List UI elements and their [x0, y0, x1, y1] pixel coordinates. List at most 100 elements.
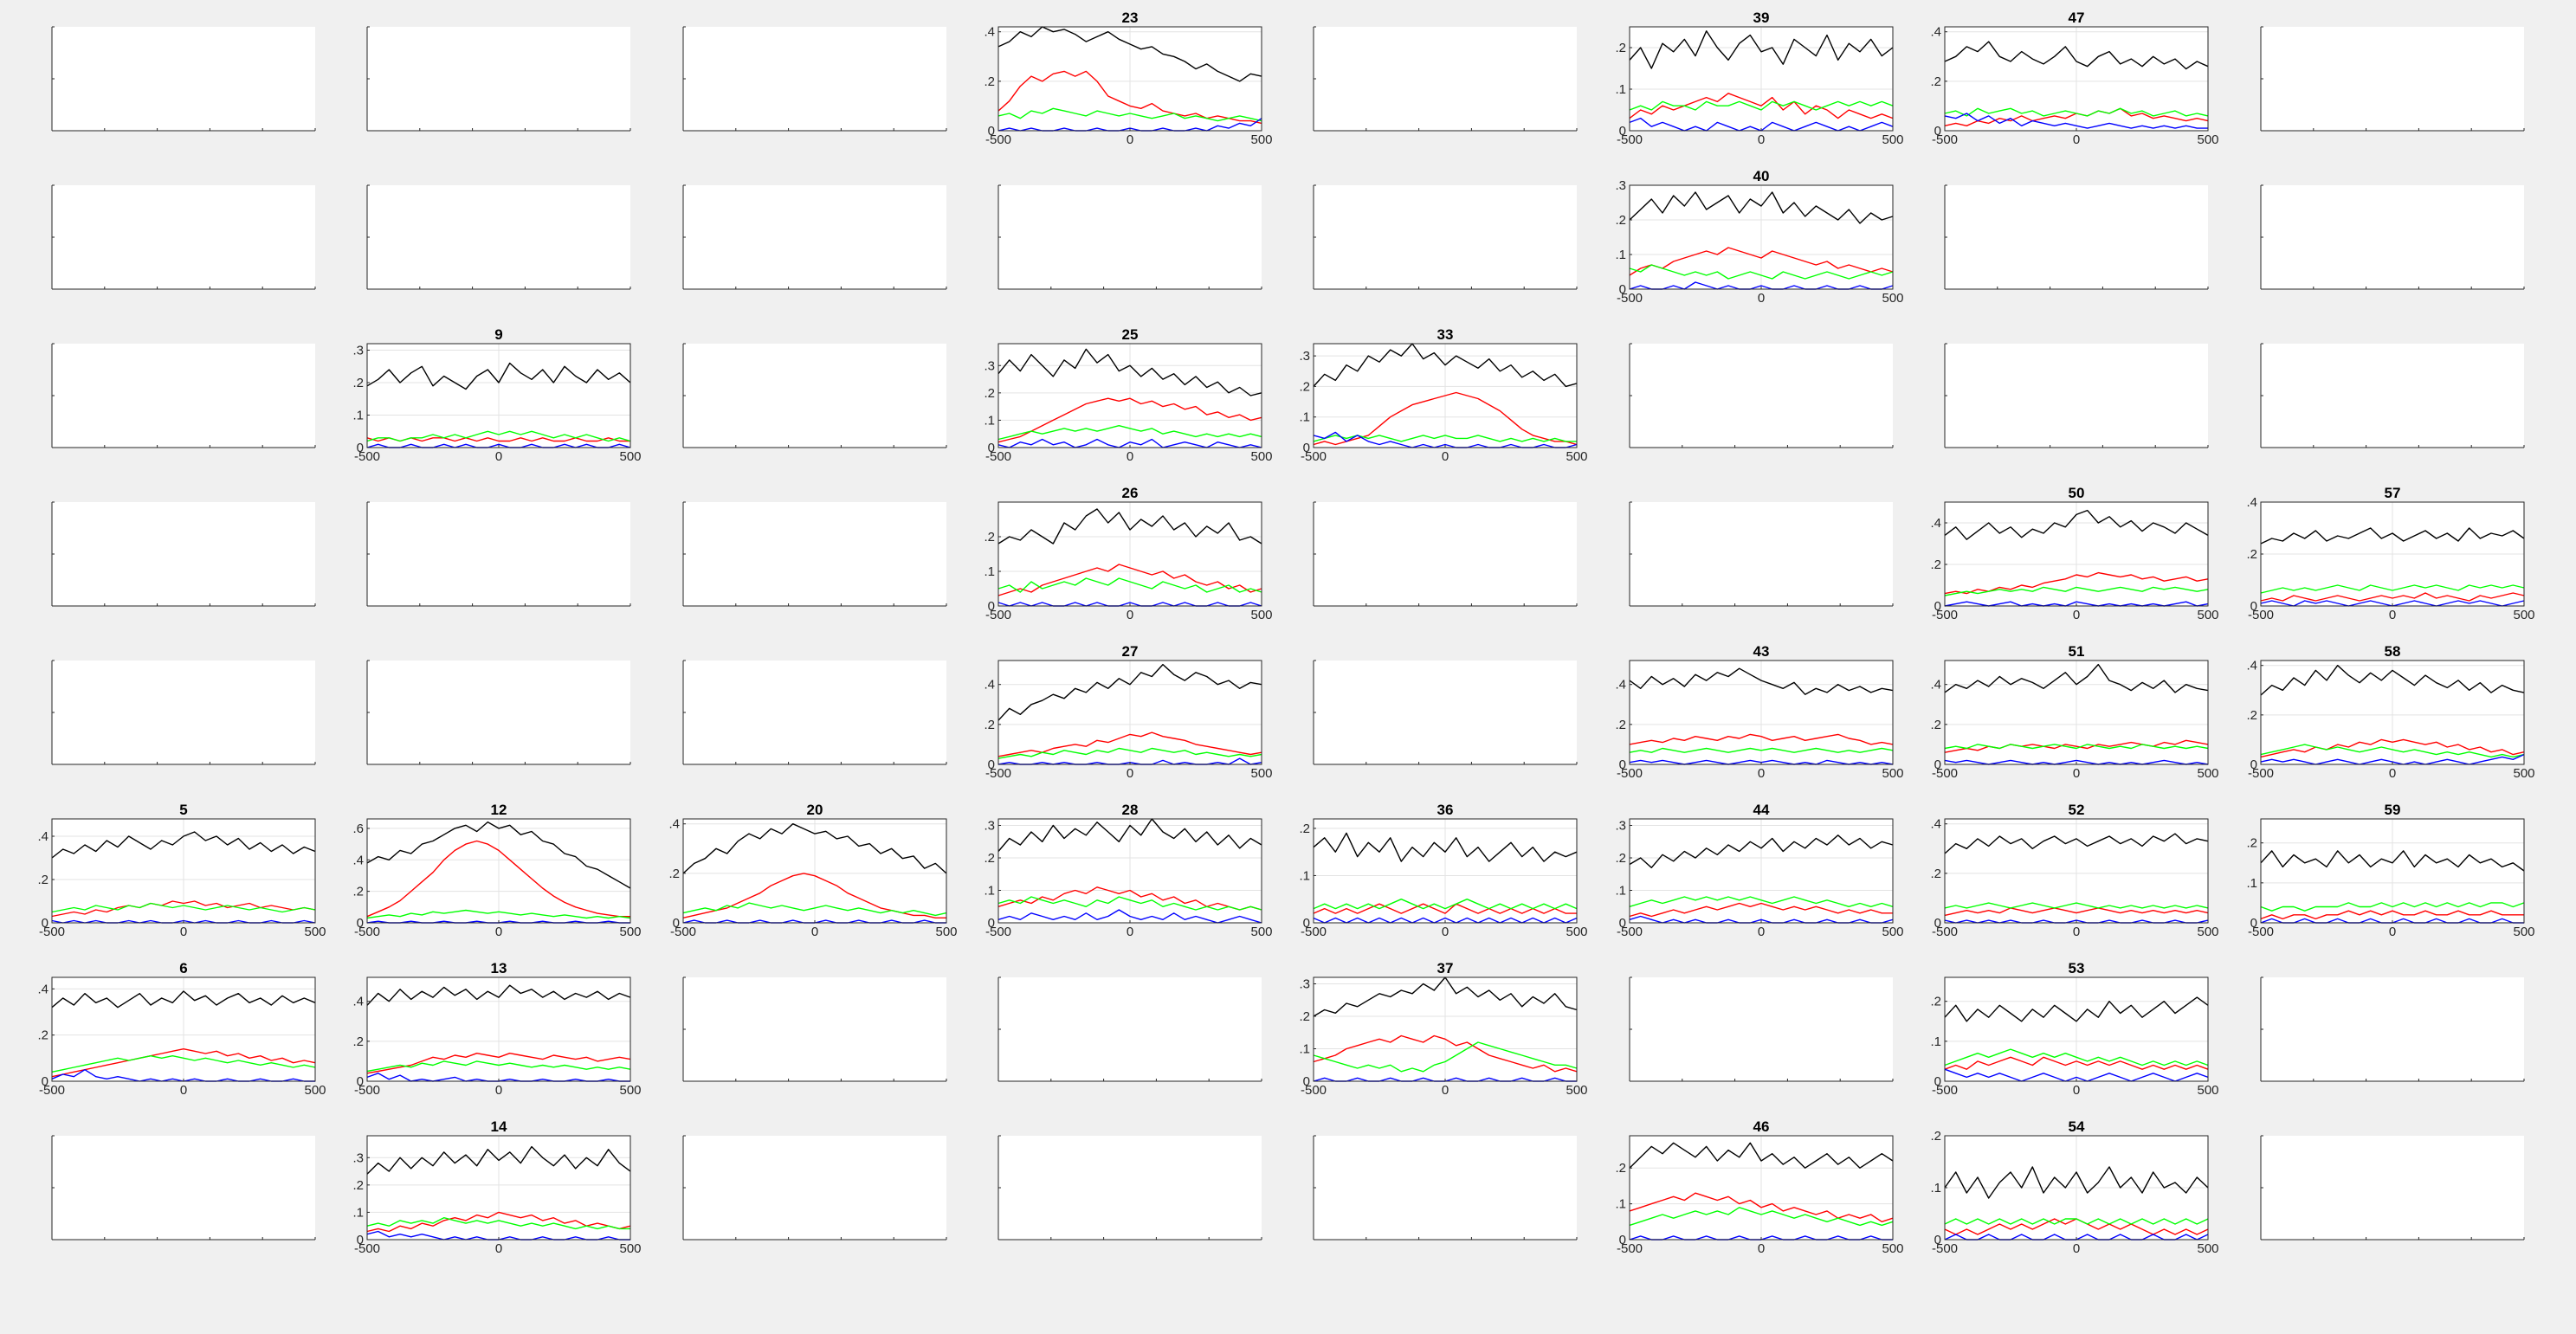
x-tick-label: 500 — [304, 925, 326, 939]
subplot-title: 46 — [1753, 1118, 1770, 1135]
y-tick-label: 0 — [1934, 1233, 1941, 1247]
x-tick-label: 500 — [1566, 925, 1587, 939]
subplot — [2260, 1135, 2525, 1241]
subplot-title: 28 — [1122, 802, 1139, 818]
y-tick-label: .4 — [1615, 678, 1626, 693]
subplot: -500 0 5000.1.226 — [984, 485, 1272, 622]
y-tick-label: 0 — [2250, 916, 2257, 931]
subplot-title: 57 — [2385, 485, 2401, 501]
x-tick-label: 500 — [2197, 1083, 2218, 1098]
y-tick-label: .1 — [984, 413, 995, 428]
x-tick-label: 0 — [1127, 132, 1133, 147]
subplot — [51, 501, 316, 607]
axes-background — [1630, 977, 1893, 1081]
y-tick-label: 0 — [988, 757, 995, 772]
y-tick-label: .1 — [2246, 876, 2257, 891]
subplot: -500 0 5000.1.2.333 — [1299, 326, 1587, 464]
y-tick-label: .2 — [1930, 867, 1941, 881]
y-tick-label: .1 — [1299, 1042, 1310, 1057]
subplot: -500 0 5000.2.4.612 — [352, 802, 641, 939]
x-tick-label: 0 — [2073, 1083, 2080, 1098]
x-tick-label: 500 — [1250, 766, 1272, 781]
x-tick-label: 500 — [1250, 608, 1272, 622]
subplot — [682, 976, 947, 1082]
subplot — [1629, 343, 1894, 448]
subplot — [1944, 184, 2209, 290]
subplot: -500 0 5000.1.2.328 — [984, 802, 1272, 939]
x-tick-label: 500 — [2197, 1241, 2218, 1256]
axes-background — [52, 27, 315, 131]
y-tick-label: 0 — [42, 916, 48, 931]
subplot-title: 54 — [2069, 1118, 2085, 1135]
y-tick-label: .2 — [984, 718, 995, 732]
y-tick-label: .3 — [1299, 349, 1310, 364]
x-tick-label: 0 — [1758, 291, 1765, 306]
subplot — [51, 26, 316, 132]
subplot — [682, 184, 947, 290]
y-tick-label: .1 — [1930, 1181, 1941, 1195]
y-tick-label: 0 — [2250, 599, 2257, 614]
axes-background — [683, 185, 946, 289]
y-tick-label: 0 — [2250, 757, 2257, 772]
subplot: -500 0 5000.1.2.337 — [1299, 960, 1587, 1098]
axes-background — [2261, 1136, 2524, 1240]
y-tick-label: 0 — [1934, 757, 1941, 772]
y-tick-label: .3 — [352, 1150, 364, 1165]
subplot — [1944, 343, 2209, 448]
y-tick-label: .4 — [352, 995, 364, 1009]
axes-background — [998, 185, 1262, 289]
y-tick-label: .4 — [984, 25, 995, 40]
subplot: -500 0 5000.1.2.325 — [984, 326, 1272, 464]
subplot — [682, 660, 947, 765]
axes-background — [52, 185, 315, 289]
axes-background — [2261, 185, 2524, 289]
x-tick-label: 500 — [1882, 291, 1903, 306]
axes-background — [367, 661, 630, 764]
subplot-title: 47 — [2069, 10, 2085, 26]
subplot: -500 0 5000.1.2.340 — [1615, 168, 1903, 306]
subplot: -500 0 5000.1.2.39 — [352, 326, 641, 464]
x-tick-label: 500 — [1250, 132, 1272, 147]
y-tick-label: .4 — [352, 853, 364, 867]
y-tick-label: .3 — [352, 344, 364, 358]
subplot — [366, 184, 631, 290]
axes-background — [1314, 185, 1577, 289]
y-tick-label: 0 — [357, 1233, 364, 1247]
subplot — [682, 343, 947, 448]
subplot — [366, 501, 631, 607]
y-tick-label: .2 — [1930, 718, 1941, 732]
axes-background — [683, 977, 946, 1081]
subplot: -500 0 5000.2.45 — [37, 802, 326, 939]
subplot — [51, 660, 316, 765]
y-tick-label: .2 — [1299, 379, 1310, 394]
y-tick-label: 0 — [1934, 1074, 1941, 1089]
y-tick-label: .2 — [984, 74, 995, 89]
y-tick-label: .3 — [1615, 819, 1626, 834]
x-tick-label: 500 — [619, 1241, 641, 1256]
x-tick-label: 500 — [2513, 925, 2534, 939]
x-tick-label: 0 — [180, 1083, 187, 1098]
axes-background — [1314, 1136, 1577, 1240]
subplot — [1629, 501, 1894, 607]
x-tick-label: 500 — [2513, 766, 2534, 781]
subplot-title: 39 — [1753, 10, 1770, 26]
x-tick-label: 0 — [2073, 766, 2080, 781]
axes-background — [1630, 344, 1893, 448]
subplot — [997, 1135, 1262, 1241]
y-tick-label: 0 — [988, 916, 995, 931]
axes-background — [1314, 27, 1577, 131]
y-tick-label: 0 — [42, 1074, 48, 1089]
axes-background — [367, 185, 630, 289]
y-tick-label: .4 — [668, 817, 680, 832]
subplot-title: 52 — [2069, 802, 2085, 818]
y-tick-label: .2 — [984, 530, 995, 545]
axes-background — [683, 27, 946, 131]
subplot — [1313, 501, 1578, 607]
subplot-title: 20 — [807, 802, 823, 818]
subplot: -500 0 5000.1.254 — [1930, 1118, 2218, 1256]
subplot: -500 0 5000.2.451 — [1930, 643, 2218, 781]
y-tick-label: .4 — [1930, 516, 1941, 531]
y-tick-label: 0 — [1619, 1233, 1626, 1247]
subplot-title: 27 — [1122, 643, 1139, 660]
subplot — [51, 184, 316, 290]
